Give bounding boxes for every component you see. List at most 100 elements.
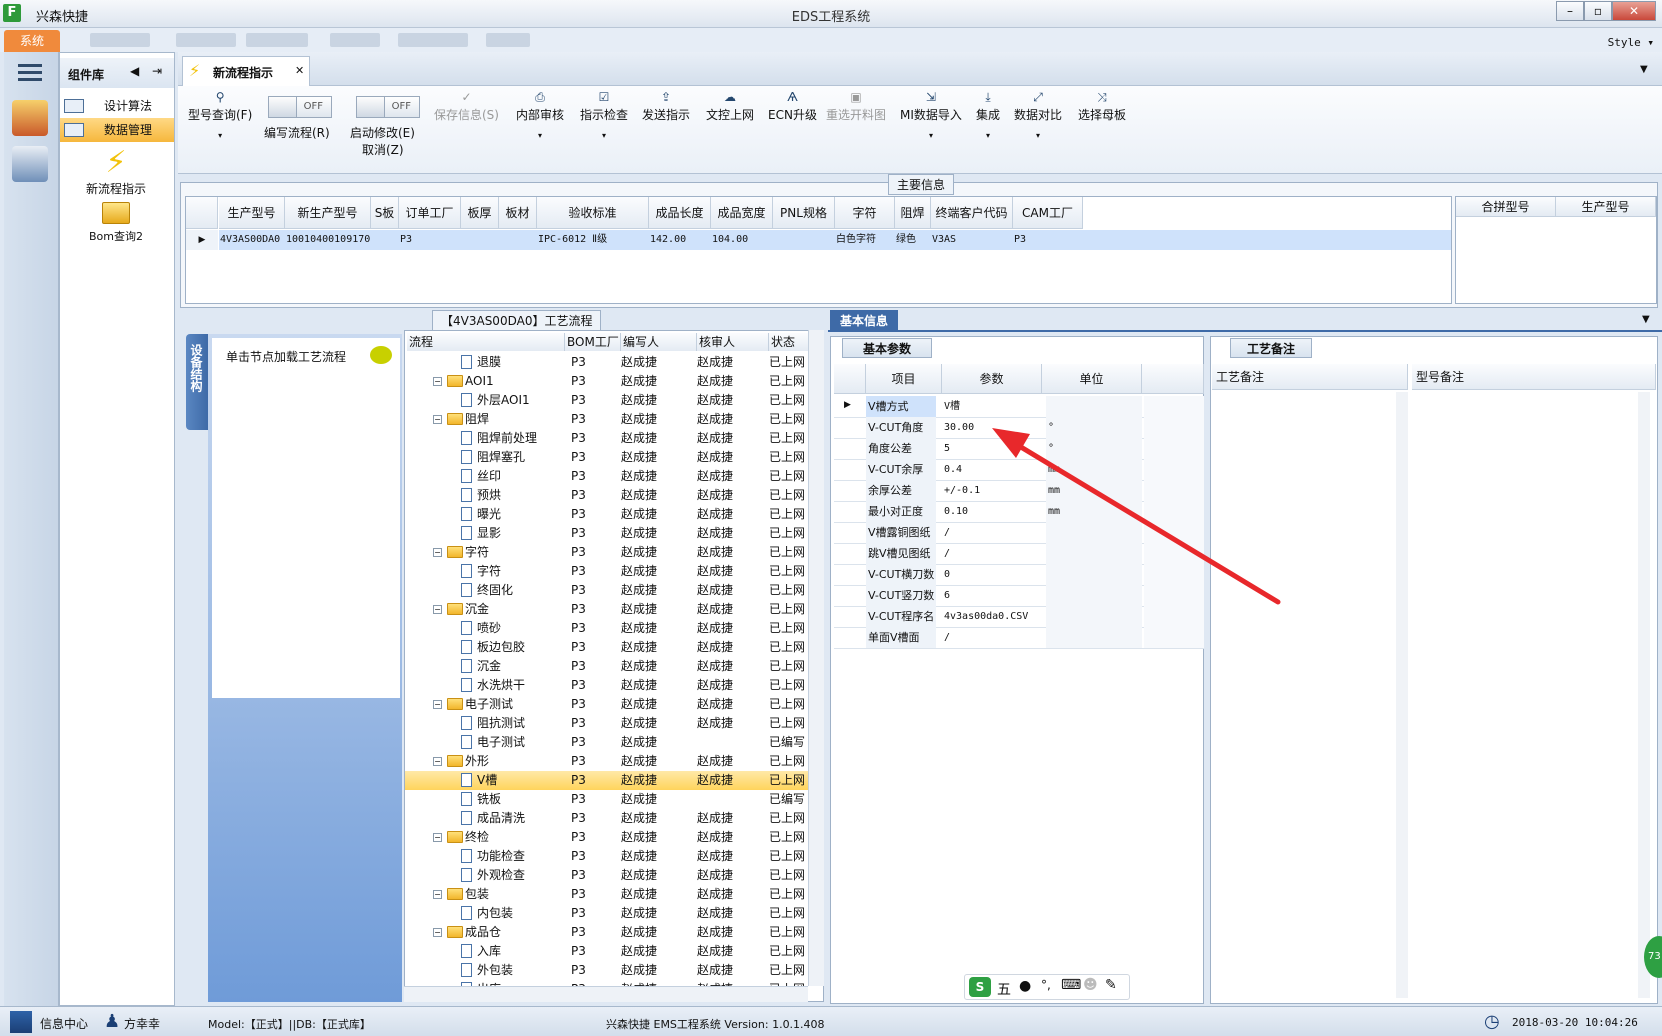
flow-row[interactable]: − 成品仓 P3 赵成捷 赵成捷 已上网 — [405, 923, 809, 942]
flow-row[interactable]: − AOI1 P3 赵成捷 赵成捷 已上网 — [405, 372, 809, 391]
style-dropdown[interactable]: Style ▾ — [1608, 36, 1654, 49]
param-row[interactable]: V槽露铜图纸 / — [834, 522, 1204, 544]
flow-row[interactable]: − 外形 P3 赵成捷 赵成捷 已上网 — [405, 752, 809, 771]
instruction-check-button[interactable]: ☑ 指示检查 ▾ — [580, 90, 628, 140]
collapse-toggle-icon[interactable]: − — [433, 757, 442, 766]
flow-row[interactable]: − 字符 P3 赵成捷 赵成捷 已上网 — [405, 543, 809, 562]
main-cell[interactable]: 白色字符 — [835, 230, 895, 250]
pin-icon[interactable]: ⇥ — [152, 64, 162, 78]
select-mother-board-button[interactable]: ⤨ 选择母板 — [1078, 90, 1126, 123]
process-remark-scrollbar[interactable] — [1396, 392, 1408, 998]
flow-row[interactable]: 阻抗测试 P3 赵成捷 赵成捷 已上网 — [405, 714, 809, 733]
auto-modify-toggle[interactable]: OFF — [356, 96, 420, 118]
flow-row[interactable]: V槽 P3 赵成捷 赵成捷 已上网 — [405, 771, 809, 790]
component-item-design[interactable]: 设计算法 — [60, 94, 174, 118]
flow-row[interactable]: 成品清洗 P3 赵成捷 赵成捷 已上网 — [405, 809, 809, 828]
main-cell[interactable]: P3 — [1013, 230, 1083, 250]
menu-item-blurred[interactable] — [176, 33, 236, 47]
flow-row[interactable]: 阻焊塞孔 P3 赵成捷 赵成捷 已上网 — [405, 448, 809, 467]
menu-system[interactable]: 系统 — [4, 30, 60, 52]
minimize-button[interactable]: – — [1556, 1, 1584, 21]
component-item-data-management[interactable]: 数据管理 — [60, 118, 174, 142]
menu-item-blurred[interactable] — [246, 33, 308, 47]
param-value[interactable]: 30.00 — [944, 417, 1044, 438]
data-compare-button[interactable]: ⤢ 数据对比 ▾ — [1014, 90, 1062, 140]
param-row[interactable]: V-CUT余厚 0.4 mm — [834, 459, 1204, 481]
collapse-toggle-icon[interactable]: − — [433, 548, 442, 557]
main-cell[interactable] — [371, 230, 399, 250]
param-row[interactable]: V-CUT程序名 4v3as00da0.CSV — [834, 606, 1204, 628]
model-remark-scrollbar[interactable] — [1638, 392, 1650, 998]
panel-dropdown-icon[interactable]: ▼ — [1642, 314, 1650, 325]
calculator-icon[interactable] — [12, 146, 48, 182]
param-row[interactable]: V-CUT横刀数 0 — [834, 564, 1204, 586]
hamburger-menu-icon[interactable] — [18, 64, 42, 82]
flow-row[interactable]: 电子测试 P3 赵成捷 已编写 — [405, 733, 809, 752]
param-value[interactable]: 6 — [944, 585, 1044, 606]
save-info-button[interactable]: ✓ 保存信息(S) — [434, 90, 499, 123]
tree-horizontal-scrollbar[interactable] — [404, 986, 808, 1002]
main-cell[interactable]: 4V3AS00DA0 — [219, 230, 285, 250]
maximize-button[interactable]: ▫ — [1584, 1, 1612, 21]
flow-row[interactable]: 外包装 P3 赵成捷 赵成捷 已上网 — [405, 961, 809, 980]
tab-new-flow[interactable]: ⚡ 新流程指示 ✕ — [182, 56, 310, 86]
flow-row[interactable]: 沉金 P3 赵成捷 赵成捷 已上网 — [405, 657, 809, 676]
process-remark-textarea[interactable] — [1212, 392, 1408, 998]
ecn-upgrade-button[interactable]: Ѧ ECN升级 — [768, 90, 817, 123]
param-row[interactable]: V-CUT角度 30.00 ° — [834, 417, 1204, 439]
param-value[interactable]: / — [944, 522, 1044, 543]
param-row[interactable]: ▶ V槽方式 V槽 — [834, 396, 1204, 418]
collapse-toggle-icon[interactable]: − — [433, 833, 442, 842]
flow-row[interactable]: − 终检 P3 赵成捷 赵成捷 已上网 — [405, 828, 809, 847]
tab-list-dropdown-icon[interactable]: ▼ — [1640, 64, 1648, 75]
collapse-toggle-icon[interactable]: − — [433, 377, 442, 386]
flow-row[interactable]: − 阻焊 P3 赵成捷 赵成捷 已上网 — [405, 410, 809, 429]
flow-row[interactable]: 丝印 P3 赵成捷 赵成捷 已上网 — [405, 467, 809, 486]
info-center[interactable]: 信息中心 — [40, 1015, 88, 1032]
close-tab-icon[interactable]: ✕ — [295, 64, 304, 77]
launcher-bom-query[interactable]: Bom查询2 — [64, 202, 168, 244]
flow-row[interactable]: 板边包胶 P3 赵成捷 赵成捷 已上网 — [405, 638, 809, 657]
flow-row[interactable]: 显影 P3 赵成捷 赵成捷 已上网 — [405, 524, 809, 543]
factory-icon[interactable] — [12, 100, 48, 136]
internal-review-button[interactable]: ⎙ 内部审核 ▾ — [516, 90, 564, 140]
chat-bubble-icon[interactable] — [370, 346, 392, 364]
mi-import-button[interactable]: ⇲ MI数据导入 ▾ — [900, 90, 962, 140]
main-cell[interactable]: 142.00 — [649, 230, 711, 250]
flow-row[interactable]: − 包装 P3 赵成捷 赵成捷 已上网 — [405, 885, 809, 904]
param-value[interactable]: / — [944, 627, 1044, 648]
param-value[interactable]: / — [944, 543, 1044, 564]
main-cell[interactable] — [461, 230, 499, 250]
flow-row[interactable]: 水洗烘干 P3 赵成捷 赵成捷 已上网 — [405, 676, 809, 695]
main-cell[interactable]: V3AS — [931, 230, 1013, 250]
close-window-button[interactable]: ✕ — [1612, 1, 1656, 21]
param-value[interactable]: 0.4 — [944, 459, 1044, 480]
send-instruction-button[interactable]: ⇪ 发送指示 — [642, 90, 690, 123]
collapse-toggle-icon[interactable]: − — [433, 415, 442, 424]
param-value[interactable]: +/-0.1 — [944, 480, 1044, 501]
main-cell[interactable] — [773, 230, 835, 250]
tab-basic-info[interactable]: 基本信息 — [830, 310, 898, 332]
param-value[interactable]: 0.10 — [944, 501, 1044, 522]
cancel-button[interactable]: 取消(Z) — [362, 141, 404, 158]
main-cell[interactable] — [499, 230, 537, 250]
ime-toolbar[interactable]: S 五 ● °, ⌨ ☻ ✎ — [964, 974, 1130, 1000]
menu-item-blurred[interactable] — [398, 33, 468, 47]
main-cell[interactable]: 绿色 — [895, 230, 931, 250]
flow-row[interactable]: − 电子测试 P3 赵成捷 赵成捷 已上网 — [405, 695, 809, 714]
model-remark-textarea[interactable] — [1412, 392, 1656, 998]
param-value[interactable]: 5 — [944, 438, 1044, 459]
collapse-toggle-icon[interactable]: − — [433, 700, 442, 709]
equipment-structure-tab[interactable]: 设备结构 — [186, 334, 208, 430]
collapse-toggle-icon[interactable]: − — [433, 605, 442, 614]
flow-row[interactable]: 铣板 P3 赵成捷 已编写 — [405, 790, 809, 809]
param-row[interactable]: V-CUT竖刀数 6 — [834, 585, 1204, 607]
query-model-button[interactable]: ⚲ 型号查询(F) ▾ — [188, 90, 252, 140]
flow-row[interactable]: 退膜 P3 赵成捷 赵成捷 已上网 — [405, 353, 809, 372]
flow-row[interactable]: − 沉金 P3 赵成捷 赵成捷 已上网 — [405, 600, 809, 619]
tree-vertical-scrollbar[interactable] — [808, 330, 824, 986]
collapse-left-icon[interactable]: ◀ — [130, 64, 139, 78]
windows-grid-icon[interactable] — [10, 1011, 32, 1033]
param-value[interactable]: V槽 — [944, 396, 1044, 417]
menu-item-blurred[interactable] — [486, 33, 530, 47]
